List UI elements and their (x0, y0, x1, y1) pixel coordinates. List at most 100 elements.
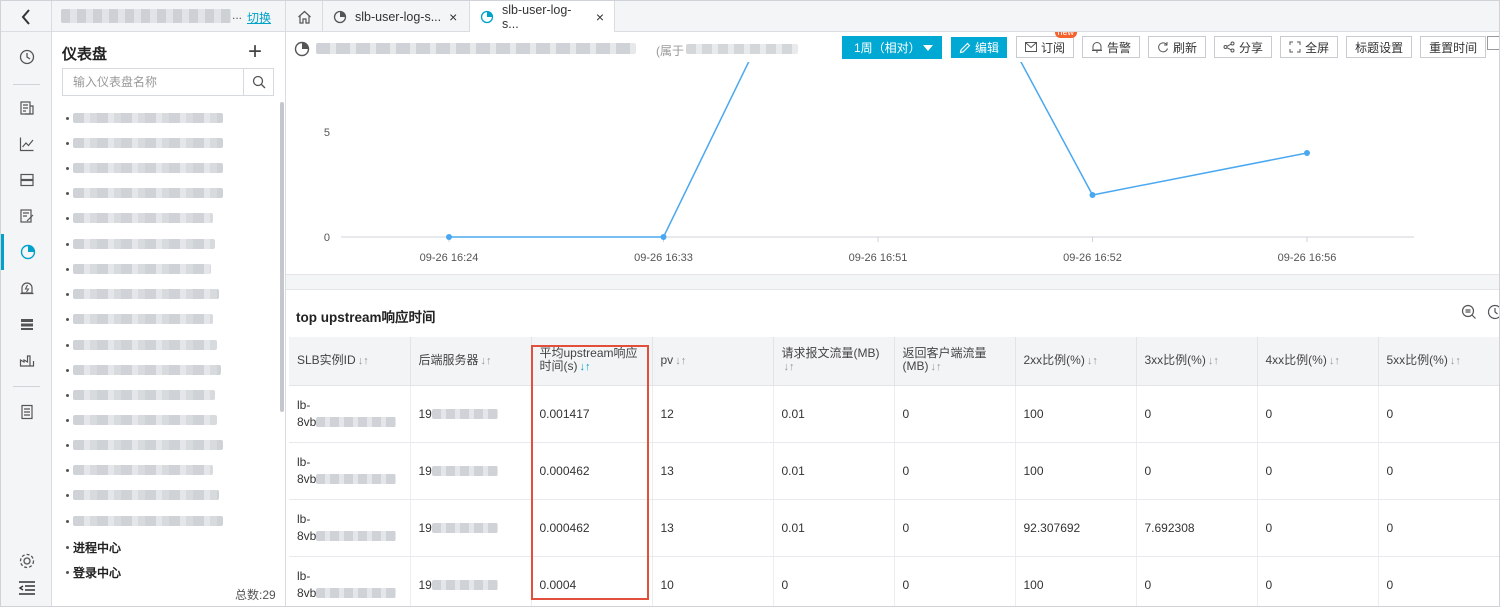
server-prefix: 19 (418, 463, 432, 478)
sort-icon[interactable]: ↓↑ (784, 361, 795, 373)
rail-data-process[interactable] (1, 306, 52, 342)
reset-time-button[interactable]: 重置时间 (1420, 36, 1487, 58)
column-label: 请求报文流量(MB) (781, 346, 880, 361)
dashboard-list-item[interactable] (66, 287, 219, 301)
sort-desc-icon[interactable]: ↓↑ (580, 361, 591, 373)
column-header-request-traffic[interactable]: 请求报文流量(MB) ↓↑ (773, 337, 895, 386)
dashboard-list-item-process-center[interactable]: 进程中心 (66, 540, 122, 555)
dashboard-list-item[interactable] (66, 211, 213, 225)
caret-down-icon (923, 45, 933, 51)
alert-button[interactable]: 告警 (1082, 36, 1141, 58)
dashboard-list-item-login-center[interactable]: 登录中心 (66, 565, 121, 580)
slb-id-start: 8vb (297, 528, 317, 543)
fullscreen-label: 全屏 (1305, 40, 1330, 55)
search-detail-icon[interactable] (1461, 304, 1477, 320)
dashboard-list-item[interactable] (66, 111, 223, 125)
sort-icon[interactable]: ↓↑ (1208, 355, 1219, 367)
redacted-name (73, 264, 211, 274)
sort-icon[interactable]: ↓↑ (931, 361, 942, 373)
cell-5xx: 0 (1378, 499, 1499, 557)
column-header-2xx-ratio[interactable]: 2xx比例(%) ↓↑ (1015, 337, 1137, 386)
rail-monitor[interactable] (1, 126, 52, 162)
column-header-4xx-ratio[interactable]: 4xx比例(%) ↓↑ (1257, 337, 1379, 386)
upstream-table: SLB实例ID ↓↑ 后端服务器 ↓↑ 平均upstream响应时间(s) ↓↑ pv… (289, 337, 1499, 606)
dashboard-title-redacted (316, 43, 636, 54)
close-tab-icon[interactable]: × (449, 9, 457, 25)
column-header-pv[interactable]: pv ↓↑ (652, 337, 774, 386)
dashboard-list-item[interactable] (66, 262, 211, 276)
dashboard-list-item[interactable] (66, 312, 213, 326)
dashboard-list-item[interactable] (66, 388, 215, 402)
dashboard-list-item[interactable] (66, 161, 223, 175)
rail-alert[interactable] (1, 270, 52, 306)
sort-icon[interactable]: ↓↑ (1087, 355, 1098, 367)
chevron-left-icon (21, 8, 30, 25)
sort-icon[interactable]: ↓↑ (1329, 355, 1340, 367)
column-header-avg-upstream-time[interactable]: 平均upstream响应时间(s) ↓↑ (531, 337, 653, 386)
column-label: 2xx比例(%) (1023, 352, 1085, 367)
dashboard-list-item[interactable] (66, 363, 221, 377)
slb-id-start: 8vb (297, 414, 317, 429)
cell-4xx: 0 (1257, 385, 1379, 443)
edit-button[interactable]: 编辑 (951, 37, 1007, 58)
share-button[interactable]: 分享 (1214, 36, 1273, 58)
cell-4xx: 0 (1257, 442, 1379, 500)
tab-dashboard-2-active[interactable]: slb-user-log-s... × (470, 1, 615, 33)
dashboard-list-item[interactable] (66, 338, 217, 352)
sort-icon[interactable]: ↓↑ (675, 355, 686, 367)
dashboard-list-item[interactable] (66, 488, 219, 502)
dashboard-list-item[interactable] (66, 136, 223, 150)
cell-pv: 13 (652, 499, 774, 557)
home-tab[interactable] (285, 1, 323, 32)
slb-id-prefix: lb- (297, 511, 311, 526)
redacted-name (73, 138, 223, 148)
rail-dashboard[interactable] (1, 234, 52, 270)
sort-icon[interactable]: ↓↑ (1450, 355, 1461, 367)
dashboard-icon (294, 41, 310, 60)
rail-report[interactable] (1, 394, 52, 430)
time-range-selector[interactable]: 1周（相对） (842, 36, 942, 59)
column-header-5xx-ratio[interactable]: 5xx比例(%) ↓↑ (1378, 337, 1499, 386)
dashboard-list-item[interactable] (66, 413, 217, 427)
rail-shipper[interactable] (1, 342, 52, 378)
column-header-response-traffic[interactable]: 返回客户端流量(MB) ↓↑ (894, 337, 1016, 386)
panel-scrollbar[interactable] (280, 102, 284, 412)
dashboard-list-item[interactable] (66, 514, 223, 528)
subscribe-button[interactable]: 订阅 new (1016, 32, 1078, 58)
x-tick-label: 09-26 16:52 (1063, 252, 1122, 264)
dashboard-name: 进程中心 (73, 540, 122, 555)
bullet (66, 418, 69, 422)
data-point (1304, 150, 1310, 156)
switch-project-link[interactable]: 切换 (247, 9, 271, 26)
add-dashboard-button[interactable]: + (248, 40, 262, 64)
refresh-button[interactable]: 刷新 (1148, 36, 1207, 58)
dashboard-search-input[interactable] (63, 69, 244, 95)
title-settings-button[interactable]: 标题设置 (1346, 36, 1413, 58)
dashboard-list-item[interactable] (66, 237, 215, 251)
rail-storage[interactable] (1, 162, 52, 198)
column-label: 返回客户端流量(MB) (902, 346, 987, 374)
clock-icon[interactable] (1487, 304, 1499, 320)
back-button[interactable] (1, 1, 52, 32)
column-header-slb-id[interactable]: SLB实例ID ↓↑ (289, 337, 411, 386)
sort-icon[interactable]: ↓↑ (481, 355, 492, 367)
settings-button[interactable] (1, 546, 52, 576)
dashboard-list-item[interactable] (66, 438, 223, 452)
dashboard-list-item[interactable] (66, 463, 213, 477)
search-button[interactable] (243, 69, 273, 95)
column-header-backend-server[interactable]: 后端服务器 ↓↑ (410, 337, 532, 386)
fullscreen-button[interactable]: 全屏 (1280, 36, 1339, 58)
panel-expand-toggle[interactable] (1487, 36, 1499, 50)
dashboard-list-item[interactable] (66, 186, 223, 200)
rail-history[interactable] (1, 39, 52, 75)
close-tab-icon[interactable]: × (596, 9, 604, 25)
column-header-3xx-ratio[interactable]: 3xx比例(%) ↓↑ (1136, 337, 1258, 386)
divider (13, 386, 40, 387)
tab-dashboard-1[interactable]: slb-user-log-s... × (323, 1, 470, 32)
bullet (66, 141, 69, 145)
rail-logstore[interactable] (1, 90, 52, 126)
rail-query[interactable] (1, 198, 52, 234)
edit-document-icon (19, 209, 33, 223)
collapse-menu-button[interactable] (1, 573, 52, 603)
sort-icon[interactable]: ↓↑ (358, 355, 369, 367)
